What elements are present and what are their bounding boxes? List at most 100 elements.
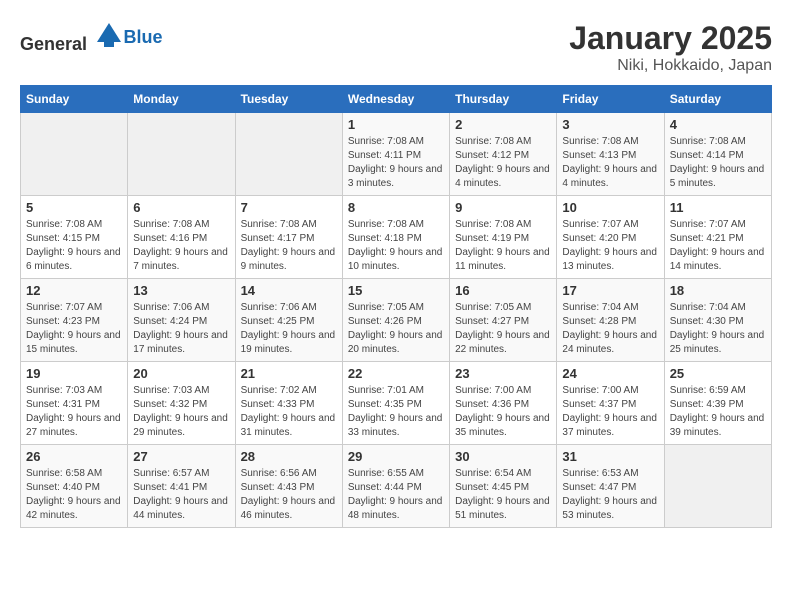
calendar-cell: 2 Sunrise: 7:08 AMSunset: 4:12 PMDaylight… [450,113,557,196]
day-number: 10 [562,200,658,215]
logo-icon [94,20,124,50]
calendar-cell: 28 Sunrise: 6:56 AMSunset: 4:43 PMDayligh… [235,445,342,528]
calendar-cell [128,113,235,196]
calendar-week-1: 1Sunrise: 7:08 AMSunset: 4:11 PMDaylight… [21,113,772,196]
day-number: 12 [26,283,122,298]
calendar-cell: 25Sunrise: 6:59 AMSunset: 4:39 PMDayligh… [664,362,771,445]
day-info: Sunrise: 7:00 AMSunset: 4:36 PMDaylight:… [455,384,551,440]
page-subtitle: Niki, Hokkaido, Japan [569,57,772,75]
logo-blue: Blue [124,27,163,48]
day-number: 18 [670,283,766,298]
calendar-cell: 3 Sunrise: 7:08 AMSunset: 4:13 PMDaylight… [557,113,664,196]
day-number: 19 [26,366,122,381]
weekday-header-friday: Friday [557,86,664,113]
day-number: 25 [670,366,766,381]
logo-general: General [20,34,87,54]
day-number: 13 [133,283,229,298]
weekday-header-row: SundayMondayTuesdayWednesdayThursdayFrid… [21,86,772,113]
day-info: Sunrise: 7:05 AMSunset: 4:26 PMDaylight:… [348,301,444,357]
day-info: Sunrise: 7:08 AMSunset: 4:19 PMDaylight:… [455,218,551,274]
day-number: 28 [241,449,337,464]
title-block: January 2025 Niki, Hokkaido, Japan [569,20,772,75]
calendar-cell: 29Sunrise: 6:55 AMSunset: 4:44 PMDayligh… [342,445,449,528]
calendar-cell: 21 Sunrise: 7:02 AMSunset: 4:33 PMDayligh… [235,362,342,445]
calendar-week-4: 19Sunrise: 7:03 AMSunset: 4:31 PMDayligh… [21,362,772,445]
day-number: 27 [133,449,229,464]
calendar-cell: 17 Sunrise: 7:04 AMSunset: 4:28 PMDayligh… [557,279,664,362]
calendar-cell: 9 Sunrise: 7:08 AMSunset: 4:19 PMDaylight… [450,196,557,279]
calendar-cell: 5 Sunrise: 7:08 AMSunset: 4:15 PMDaylight… [21,196,128,279]
day-number: 29 [348,449,444,464]
day-info: Sunrise: 7:08 AMSunset: 4:11 PMDaylight:… [348,135,444,191]
calendar-cell: 30 Sunrise: 6:54 AMSunset: 4:45 PMDayligh… [450,445,557,528]
day-number: 20 [133,366,229,381]
calendar-cell: 31Sunrise: 6:53 AMSunset: 4:47 PMDayligh… [557,445,664,528]
calendar-cell: 7 Sunrise: 7:08 AMSunset: 4:17 PMDaylight… [235,196,342,279]
calendar-cell: 4Sunrise: 7:08 AMSunset: 4:14 PMDaylight… [664,113,771,196]
day-info: Sunrise: 6:54 AMSunset: 4:45 PMDaylight:… [455,467,551,523]
day-info: Sunrise: 7:08 AMSunset: 4:18 PMDaylight:… [348,218,444,274]
weekday-header-tuesday: Tuesday [235,86,342,113]
day-number: 17 [562,283,658,298]
day-info: Sunrise: 6:53 AMSunset: 4:47 PMDaylight:… [562,467,658,523]
calendar-cell: 8Sunrise: 7:08 AMSunset: 4:18 PMDaylight… [342,196,449,279]
day-number: 23 [455,366,551,381]
day-number: 3 [562,117,658,132]
day-info: Sunrise: 7:08 AMSunset: 4:15 PMDaylight:… [26,218,122,274]
day-number: 26 [26,449,122,464]
day-info: Sunrise: 7:04 AMSunset: 4:28 PMDaylight:… [562,301,658,357]
day-number: 22 [348,366,444,381]
page-title: January 2025 [569,20,772,57]
calendar-cell: 20 Sunrise: 7:03 AMSunset: 4:32 PMDayligh… [128,362,235,445]
day-number: 24 [562,366,658,381]
day-number: 2 [455,117,551,132]
calendar-cell: 10 Sunrise: 7:07 AMSunset: 4:20 PMDayligh… [557,196,664,279]
calendar-cell: 15 Sunrise: 7:05 AMSunset: 4:26 PMDayligh… [342,279,449,362]
day-info: Sunrise: 7:08 AMSunset: 4:13 PMDaylight:… [562,135,658,191]
calendar-cell: 1Sunrise: 7:08 AMSunset: 4:11 PMDaylight… [342,113,449,196]
day-number: 7 [241,200,337,215]
day-number: 14 [241,283,337,298]
calendar-cell [235,113,342,196]
calendar-cell: 11Sunrise: 7:07 AMSunset: 4:21 PMDayligh… [664,196,771,279]
day-number: 4 [670,117,766,132]
day-info: Sunrise: 6:58 AMSunset: 4:40 PMDaylight:… [26,467,122,523]
calendar-cell: 24 Sunrise: 7:00 AMSunset: 4:37 PMDayligh… [557,362,664,445]
calendar-cell: 26 Sunrise: 6:58 AMSunset: 4:40 PMDayligh… [21,445,128,528]
day-info: Sunrise: 7:08 AMSunset: 4:17 PMDaylight:… [241,218,337,274]
day-number: 30 [455,449,551,464]
day-number: 15 [348,283,444,298]
day-info: Sunrise: 7:08 AMSunset: 4:16 PMDaylight:… [133,218,229,274]
day-info: Sunrise: 7:01 AMSunset: 4:35 PMDaylight:… [348,384,444,440]
day-info: Sunrise: 7:02 AMSunset: 4:33 PMDaylight:… [241,384,337,440]
day-number: 5 [26,200,122,215]
day-number: 21 [241,366,337,381]
calendar-cell: 14 Sunrise: 7:06 AMSunset: 4:25 PMDayligh… [235,279,342,362]
calendar-table: SundayMondayTuesdayWednesdayThursdayFrid… [20,85,772,528]
day-number: 9 [455,200,551,215]
day-info: Sunrise: 7:03 AMSunset: 4:32 PMDaylight:… [133,384,229,440]
day-info: Sunrise: 7:06 AMSunset: 4:25 PMDaylight:… [241,301,337,357]
day-info: Sunrise: 7:06 AMSunset: 4:24 PMDaylight:… [133,301,229,357]
day-info: Sunrise: 6:57 AMSunset: 4:41 PMDaylight:… [133,467,229,523]
calendar-cell: 13 Sunrise: 7:06 AMSunset: 4:24 PMDayligh… [128,279,235,362]
day-info: Sunrise: 7:00 AMSunset: 4:37 PMDaylight:… [562,384,658,440]
calendar-cell: 18 Sunrise: 7:04 AMSunset: 4:30 PMDayligh… [664,279,771,362]
calendar-cell: 23 Sunrise: 7:00 AMSunset: 4:36 PMDayligh… [450,362,557,445]
calendar-week-5: 26 Sunrise: 6:58 AMSunset: 4:40 PMDayligh… [21,445,772,528]
weekday-header-monday: Monday [128,86,235,113]
weekday-header-sunday: Sunday [21,86,128,113]
calendar-cell: 16Sunrise: 7:05 AMSunset: 4:27 PMDayligh… [450,279,557,362]
calendar-cell: 27 Sunrise: 6:57 AMSunset: 4:41 PMDayligh… [128,445,235,528]
calendar-cell: 6Sunrise: 7:08 AMSunset: 4:16 PMDaylight… [128,196,235,279]
day-info: Sunrise: 7:07 AMSunset: 4:23 PMDaylight:… [26,301,122,357]
day-info: Sunrise: 7:04 AMSunset: 4:30 PMDaylight:… [670,301,766,357]
day-info: Sunrise: 7:07 AMSunset: 4:20 PMDaylight:… [562,218,658,274]
weekday-header-wednesday: Wednesday [342,86,449,113]
calendar-cell: 12 Sunrise: 7:07 AMSunset: 4:23 PMDayligh… [21,279,128,362]
day-info: Sunrise: 6:56 AMSunset: 4:43 PMDaylight:… [241,467,337,523]
calendar-cell [664,445,771,528]
day-info: Sunrise: 7:05 AMSunset: 4:27 PMDaylight:… [455,301,551,357]
day-info: Sunrise: 7:07 AMSunset: 4:21 PMDaylight:… [670,218,766,274]
day-info: Sunrise: 7:08 AMSunset: 4:12 PMDaylight:… [455,135,551,191]
